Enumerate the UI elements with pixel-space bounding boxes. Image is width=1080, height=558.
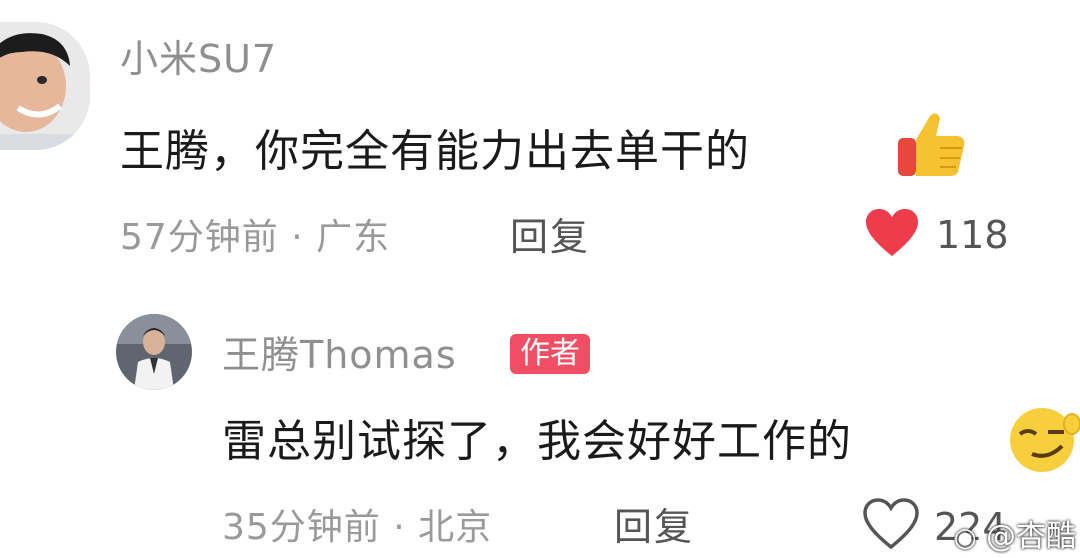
weibo-icon: ◉ [953, 523, 977, 553]
watermark: ◉ @杏酷 [954, 522, 1076, 552]
like-button[interactable]: 118 [864, 206, 1014, 260]
comment-body: 王腾，你完全有能力出去单干的 [120, 126, 750, 177]
avatar[interactable] [0, 22, 90, 150]
comment-meta: 35分钟前 · 北京 [222, 510, 492, 546]
comment-location: 广东 [316, 217, 391, 258]
reply-button[interactable]: 回复 [510, 218, 590, 256]
meta-separator: · [380, 507, 419, 548]
heart-filled-icon [866, 209, 918, 256]
comment-username[interactable]: 小米SU7 [120, 40, 277, 78]
comment-body: 雷总别试探了，我会好好工作的 [222, 416, 852, 467]
smirk-emoji [1006, 404, 1080, 474]
comment-username[interactable]: 王腾Thomas [222, 336, 457, 374]
comment-meta: 57分钟前 · 广东 [120, 220, 390, 256]
watermark-text: @杏酷 [986, 519, 1076, 554]
avatar[interactable] [116, 314, 192, 390]
comment-text: 雷总别试探了，我会好好工作的 [222, 420, 852, 464]
comment-text: 王腾，你完全有能力出去单干的 [120, 130, 750, 174]
author-badge: 作者 [510, 334, 590, 374]
meta-separator: · [278, 217, 317, 258]
heart-outline-icon [863, 498, 919, 550]
comment-location: 北京 [418, 507, 493, 548]
comment-time: 57分钟前 [120, 217, 279, 258]
like-count: 118 [936, 213, 1009, 257]
reply-button[interactable]: 回复 [614, 508, 694, 546]
comment-time: 35分钟前 [222, 507, 381, 548]
thumbs-up-emoji [896, 110, 968, 178]
